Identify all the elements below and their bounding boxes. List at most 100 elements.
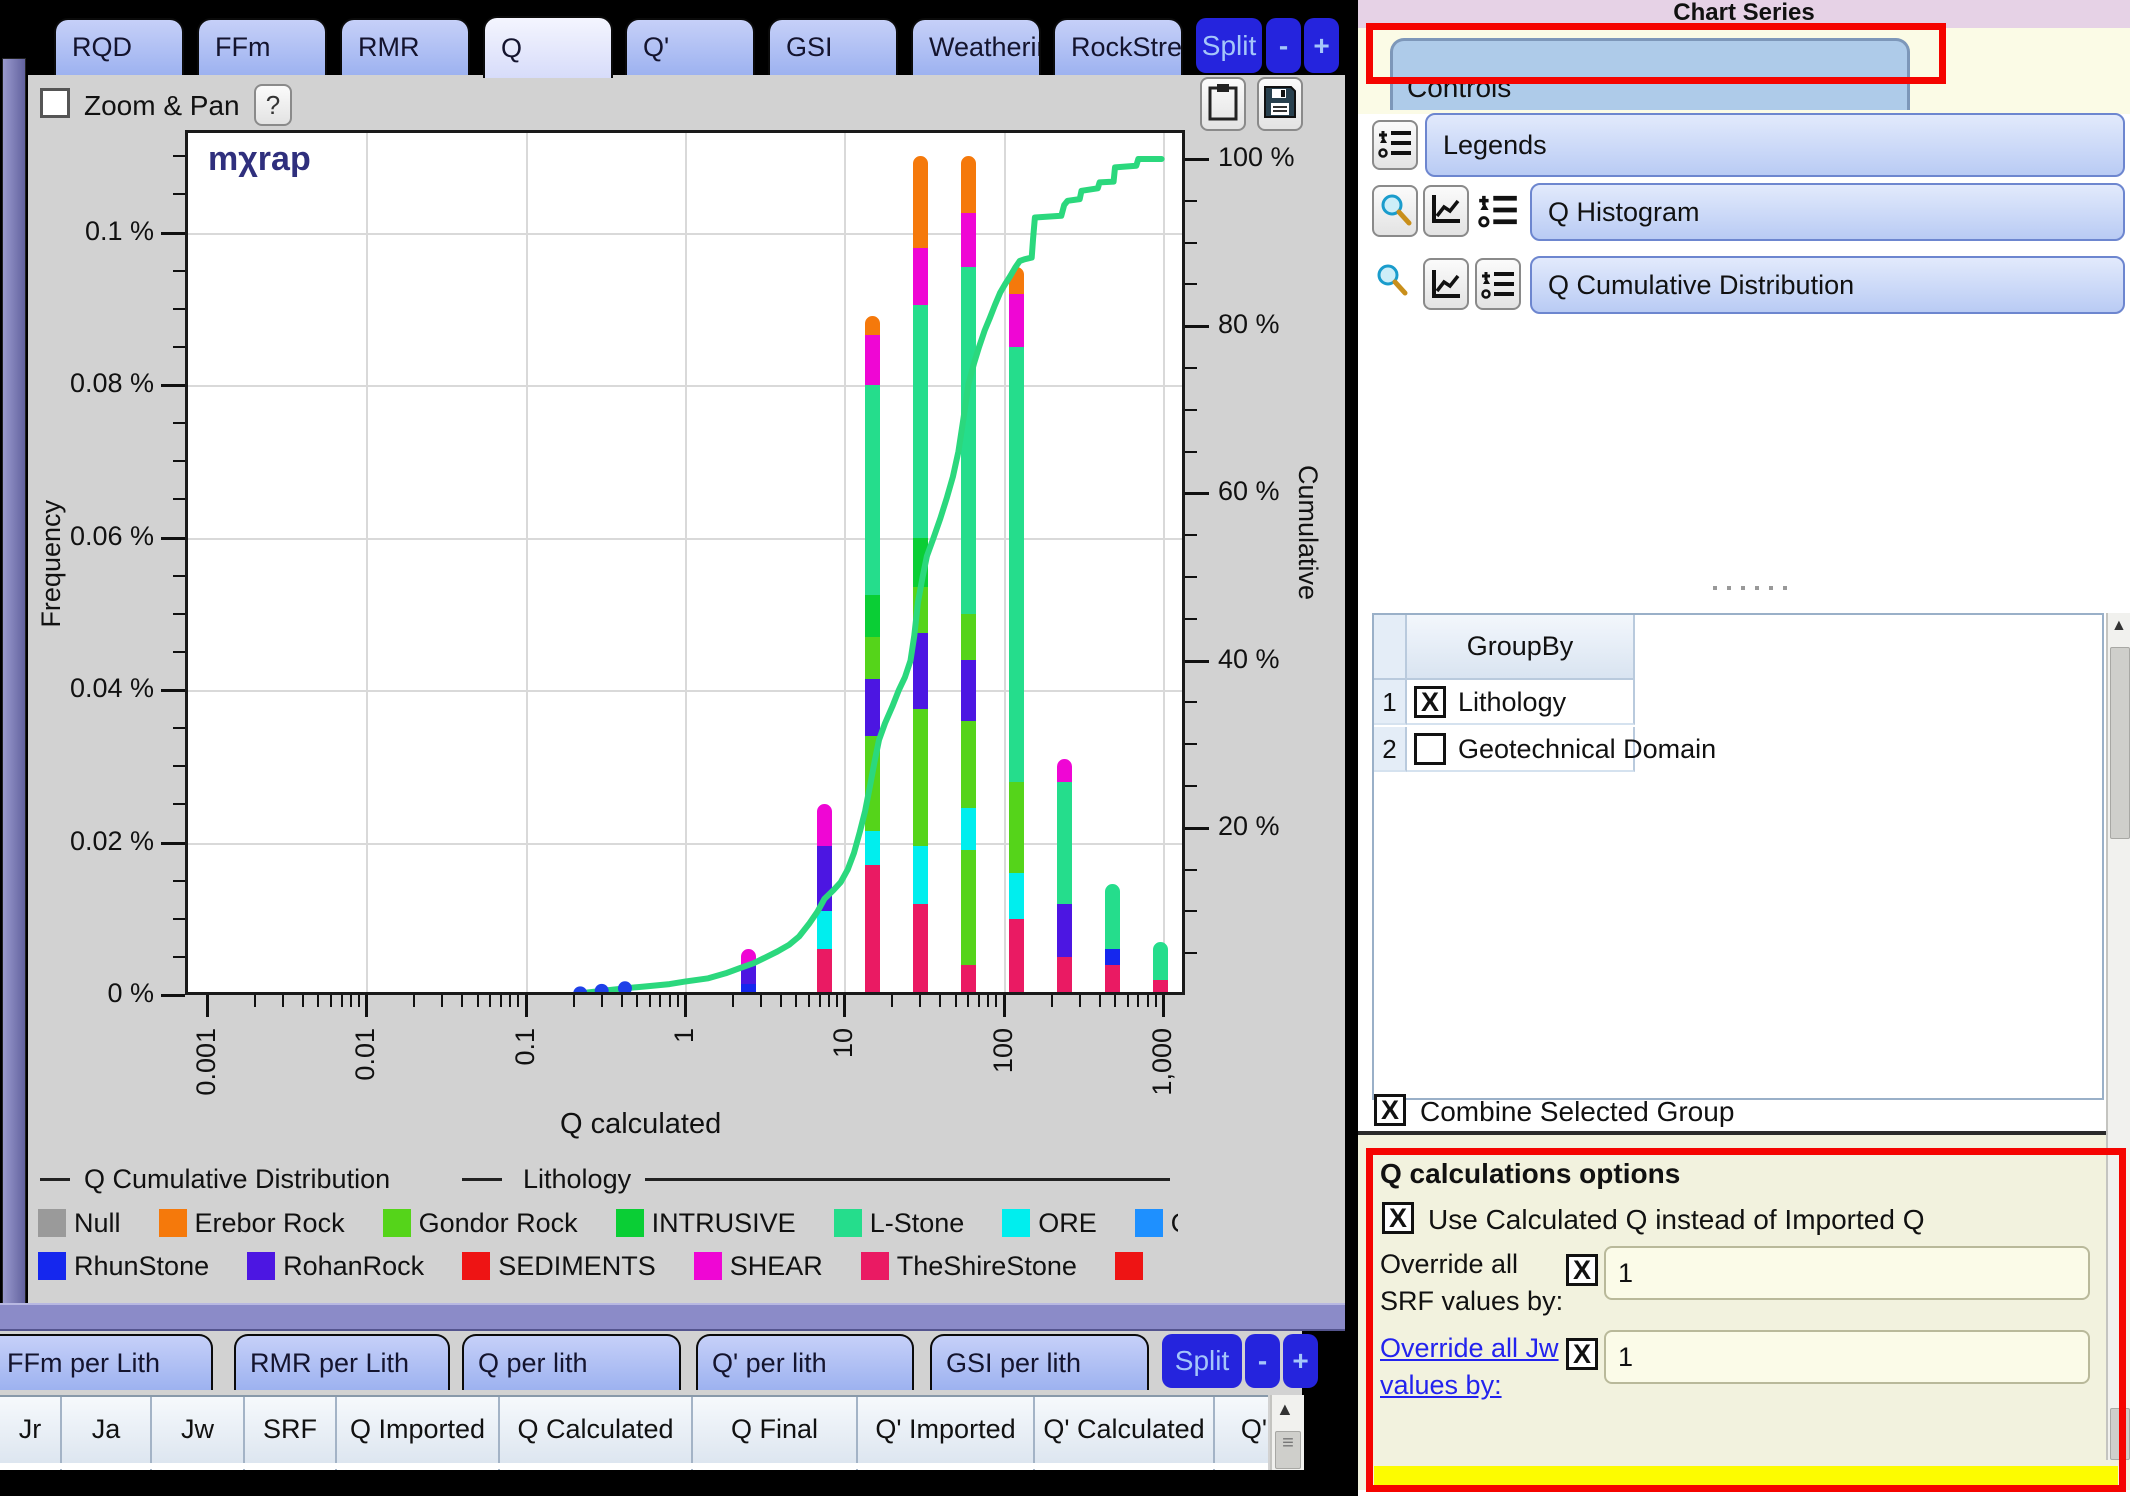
x-tick-label: 1	[669, 1028, 700, 1043]
bottom-tab-q-per-lith[interactable]: Q' per lith	[696, 1334, 914, 1390]
split-button[interactable]: Split	[1196, 18, 1262, 73]
column-header-jr[interactable]: Jr	[0, 1397, 62, 1463]
column-header-srf[interactable]: SRF	[245, 1397, 337, 1463]
tab-ffm[interactable]: FFm	[197, 18, 327, 75]
series2-zoom-icon[interactable]	[1374, 262, 1418, 310]
bottom-tab-gsi-per-lith[interactable]: GSI per lith	[930, 1334, 1149, 1390]
groupby-header-cell[interactable]: GroupBy	[1407, 615, 1635, 680]
bottom-tab-q-per-lith[interactable]: Q per lith	[462, 1334, 681, 1390]
y-right-tick-label: 20 %	[1218, 811, 1280, 842]
override-jw-input[interactable]	[1604, 1330, 2090, 1384]
column-header-q-imported[interactable]: Q Imported	[337, 1397, 500, 1463]
copy-chart-button[interactable]	[1200, 77, 1246, 131]
yellow-highlight-bar	[1374, 1466, 2118, 1486]
legend-item-l-stone: L-Stone	[834, 1208, 965, 1239]
column-header-q-imported[interactable]: Q' Imported	[858, 1397, 1035, 1463]
column-header-jw[interactable]: Jw	[152, 1397, 245, 1463]
column-header-q-final[interactable]: Q Final	[693, 1397, 858, 1463]
series2-chart-button[interactable]	[1423, 258, 1469, 310]
override-jw-link[interactable]: Override all Jw values by:	[1380, 1330, 1565, 1404]
bottom-add-split-button[interactable]: +	[1283, 1334, 1318, 1388]
tab-q[interactable]: Q	[483, 16, 613, 78]
tab-q-[interactable]: Q'	[625, 18, 755, 75]
use-calculated-q-checkbox[interactable]: X	[1382, 1202, 1414, 1234]
legend-swatch	[616, 1209, 644, 1237]
bottom-remove-split-button[interactable]: -	[1245, 1334, 1280, 1388]
right-panel-scrollbar[interactable]: ▲	[2106, 613, 2130, 1460]
x-minor-tick	[677, 995, 679, 1007]
series1-zoom-button[interactable]	[1372, 185, 1418, 237]
y-left-minor-tick	[173, 613, 185, 615]
scrollbar-thumb[interactable]	[2110, 647, 2130, 839]
combine-selected-group-checkbox[interactable]: X	[1374, 1094, 1406, 1126]
bottom-window-splitter[interactable]	[0, 1303, 1345, 1331]
groupby-rownum-2: 2	[1374, 727, 1407, 772]
groupby-checkbox-geotechnical-domain[interactable]	[1414, 733, 1446, 765]
series-button-q-histogram[interactable]: Q Histogram	[1530, 183, 2125, 241]
list-icon	[1378, 126, 1412, 165]
column-header-q-[interactable]: Q'	[1215, 1397, 1268, 1463]
tab-weathering[interactable]: Weathering	[911, 18, 1041, 75]
series2-list-button[interactable]	[1475, 258, 1521, 310]
tab-controls[interactable]: Controls	[1390, 38, 1910, 110]
tab-rockstrength[interactable]: RockStrength	[1053, 18, 1183, 75]
zoom-pan-checkbox[interactable]	[40, 88, 70, 118]
y-right-minor-tick	[1185, 451, 1197, 453]
series-button-q-cumulative[interactable]: Q Cumulative Distribution	[1530, 256, 2125, 314]
column-header-ja[interactable]: Ja	[62, 1397, 152, 1463]
bottom-split-button[interactable]: Split	[1162, 1334, 1242, 1388]
groupby-label: Geotechnical Domain	[1458, 734, 1716, 765]
series1-list-icon[interactable]	[1478, 190, 1522, 234]
scrollbar-thumb-lower[interactable]	[2110, 1408, 2130, 1460]
legend-swatch	[1002, 1209, 1030, 1237]
window-left-edge-strip	[2, 58, 26, 1304]
legend-swatch	[861, 1252, 889, 1280]
panel-splitter[interactable]	[1600, 586, 1900, 596]
x-minor-tick	[461, 995, 463, 1007]
scroll-up-icon[interactable]: ▲	[1276, 1399, 1294, 1420]
bottom-tab-rmr-per-lith[interactable]: RMR per Lith	[234, 1334, 450, 1390]
bottom-table-row[interactable]	[0, 1463, 1268, 1470]
bottom-table-scrollbar[interactable]: ▲ ≡	[1270, 1395, 1304, 1470]
legend-list-button[interactable]	[1372, 120, 1418, 170]
y-right-tick	[1185, 492, 1209, 495]
column-header-q-calculated[interactable]: Q' Calculated	[1035, 1397, 1215, 1463]
y-right-tick-label: 60 %	[1218, 476, 1280, 507]
scrollbar-thumb[interactable]: ≡	[1275, 1431, 1301, 1469]
y-right-tick-label: 100 %	[1218, 142, 1295, 173]
save-chart-button[interactable]	[1257, 77, 1303, 131]
override-jw-checkbox[interactable]: X	[1566, 1338, 1598, 1370]
cumulative-line	[188, 133, 1182, 995]
x-tick	[525, 995, 528, 1017]
tab-rqd[interactable]: RQD	[54, 18, 184, 75]
groupby-checkbox-lithology[interactable]: X	[1414, 686, 1446, 718]
override-srf-label: Override all SRF values by:	[1380, 1246, 1565, 1320]
y-left-minor-tick	[173, 651, 185, 653]
tab-rmr[interactable]: RMR	[340, 18, 470, 75]
x-minor-tick	[836, 995, 838, 1007]
add-split-button[interactable]: +	[1304, 18, 1339, 73]
override-srf-input[interactable]	[1604, 1246, 2090, 1300]
remove-split-button[interactable]: -	[1266, 18, 1301, 73]
series1-chart-button[interactable]	[1423, 185, 1469, 237]
tab-gsi[interactable]: GSI	[768, 18, 898, 75]
x-tick-label: 0.01	[350, 1028, 381, 1081]
legend-swatch	[462, 1252, 490, 1280]
x-minor-tick	[477, 995, 479, 1007]
help-button[interactable]: ?	[254, 84, 292, 126]
override-srf-checkbox[interactable]: X	[1566, 1254, 1598, 1286]
y-left-minor-tick	[173, 575, 185, 577]
legends-button[interactable]: Legends	[1425, 113, 2125, 177]
x-minor-tick	[795, 995, 797, 1007]
column-header-q-calculated[interactable]: Q Calculated	[500, 1397, 693, 1463]
zoom-pan-label: Zoom & Pan	[84, 90, 240, 122]
bottom-tab-ffm-per-lith[interactable]: FFm per Lith	[0, 1334, 213, 1390]
y-axis-label-frequency: Frequency	[36, 500, 67, 628]
legend-swatch	[834, 1209, 862, 1237]
x-minor-tick	[819, 995, 821, 1007]
scroll-up-icon[interactable]: ▲	[2111, 617, 2127, 635]
y-axis-label-cumulative: Cumulative	[1292, 465, 1323, 600]
x-tick-label: 0.1	[510, 1028, 541, 1066]
y-right-minor-tick	[1185, 785, 1197, 787]
x-minor-tick	[828, 995, 830, 1007]
